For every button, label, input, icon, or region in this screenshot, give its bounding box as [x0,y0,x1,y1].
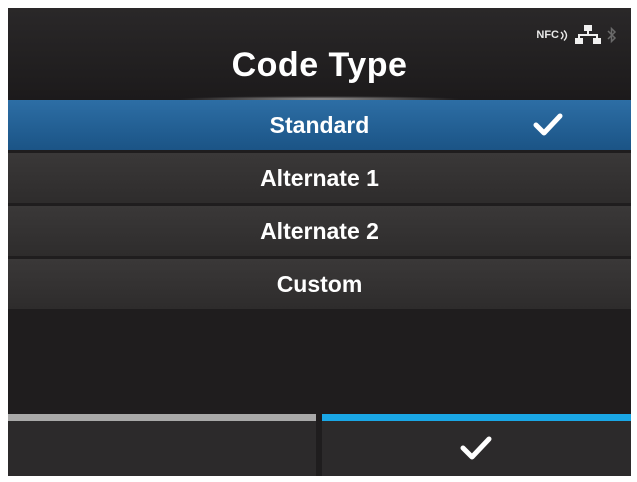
softkey-bar [8,414,631,476]
softkey-confirm[interactable] [322,414,631,476]
list-item-label: Custom [276,270,363,297]
checkmark-icon [460,436,492,460]
page-title: Code Type [231,46,408,84]
network-icon [575,25,601,44]
nfc-label: NFC [536,29,559,41]
list-item-label: Standard [269,111,370,138]
code-type-list: Standard Alternate 1 Alternate 2 Custom [8,100,631,312]
bluetooth-icon [607,26,617,44]
list-item-custom[interactable]: Custom [8,259,631,309]
nfc-waves-icon [560,29,568,41]
list-item-standard[interactable]: Standard [8,100,631,150]
softkey-left[interactable] [8,414,316,476]
softkey-right-indicator [322,414,631,421]
nfc-icon: NFC [536,29,569,41]
list-item-alternate-2[interactable]: Alternate 2 [8,206,631,256]
status-icons: NFC [536,22,617,48]
softkey-left-indicator [8,414,316,421]
printer-display: NFC Code Type Standard Alternate 1 Alter… [8,8,631,476]
checkmark-icon [533,113,563,136]
list-item-alternate-1[interactable]: Alternate 1 [8,153,631,203]
list-item-label: Alternate 1 [260,164,379,191]
list-item-label: Alternate 2 [260,217,379,244]
header: NFC Code Type [8,8,631,102]
